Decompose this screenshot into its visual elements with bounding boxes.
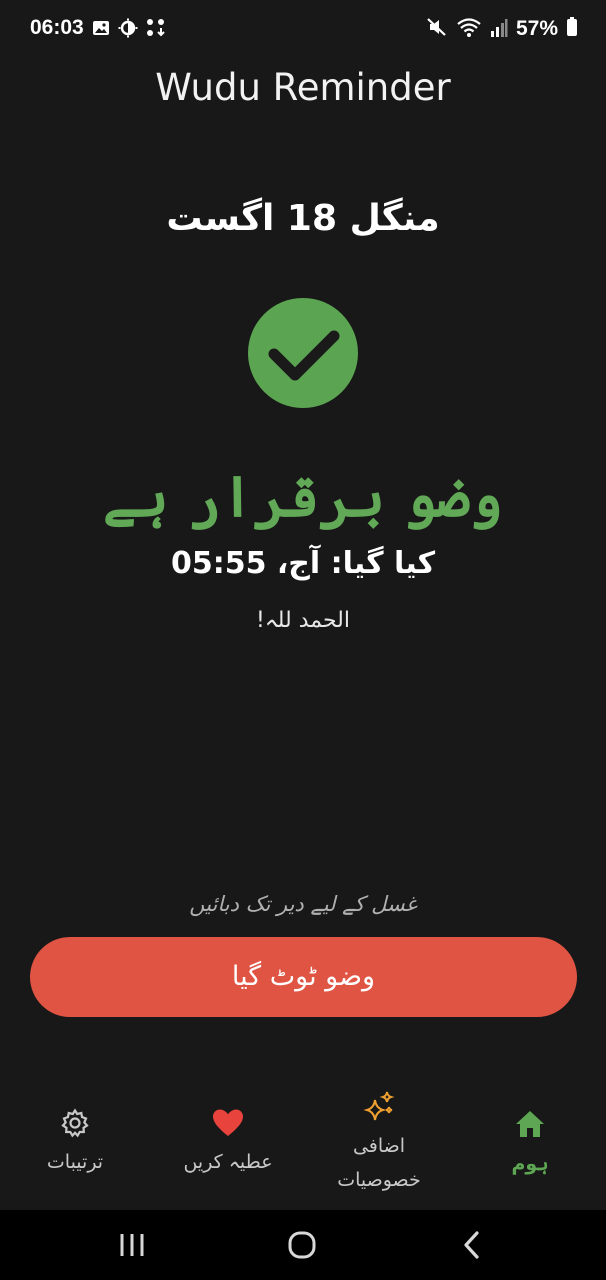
brightness-icon — [118, 18, 138, 42]
status-right: 57% — [426, 16, 578, 42]
wudu-broken-button[interactable]: وضو ٹوٹ گیا — [30, 937, 577, 1017]
nav-label-donate: عطیہ کریں — [183, 1151, 273, 1173]
battery-percent: 57% — [515, 17, 558, 40]
blessing-text: الحمد للہ! — [256, 608, 350, 633]
app-title: Wudu Reminder — [155, 66, 451, 109]
nav-label-settings: ترتیبات — [46, 1151, 104, 1173]
nav-item-extra-features[interactable]: اضافی خصوصیات — [304, 1080, 454, 1210]
nav-item-home[interactable]: ہوم — [455, 1080, 605, 1210]
gear-icon — [0, 1108, 150, 1138]
long-press-hint: غسل کے لیے دیر تک دبائیں — [189, 892, 417, 916]
wifi-icon — [456, 16, 482, 42]
mute-icon — [426, 16, 448, 42]
status-left-icons — [92, 18, 166, 42]
image-icon — [92, 19, 110, 41]
status-bar: 06:03 57% — [0, 0, 606, 58]
battery-icon — [566, 17, 578, 41]
nav-label-home: ہوم — [511, 1153, 549, 1175]
nav-item-settings[interactable]: ترتیبات — [0, 1080, 150, 1210]
back-icon[interactable] — [442, 1228, 502, 1262]
app-screen: 06:03 57% Wudu Reminder منگل 18 اگست وضو… — [0, 0, 606, 1210]
heart-icon — [153, 1108, 303, 1138]
home-icon — [455, 1110, 605, 1138]
nav-item-donate[interactable]: عطیہ کریں — [153, 1080, 303, 1210]
recent-apps-icon[interactable] — [102, 1228, 162, 1262]
nav-label-extra-line2: خصوصیات — [337, 1169, 421, 1191]
performed-time-text: کیا گیا: آج، 05:55 — [170, 546, 436, 581]
home-system-icon[interactable] — [272, 1228, 332, 1262]
bottom-navigation: ترتیبات عطیہ کریں اضافی خصوصیات ہوم — [0, 1080, 606, 1210]
date-text: منگل 18 اگست — [166, 198, 440, 239]
status-time: 06:03 — [30, 16, 84, 39]
wudu-status-text: وضو برقرار ہے — [103, 464, 503, 530]
system-navigation-bar — [0, 1210, 606, 1280]
signal-icon — [490, 16, 508, 42]
sparkle-icon — [304, 1090, 454, 1124]
grid-download-icon — [146, 18, 166, 42]
check-circle-icon — [248, 298, 358, 408]
nav-label-extra-line1: اضافی — [352, 1135, 406, 1157]
